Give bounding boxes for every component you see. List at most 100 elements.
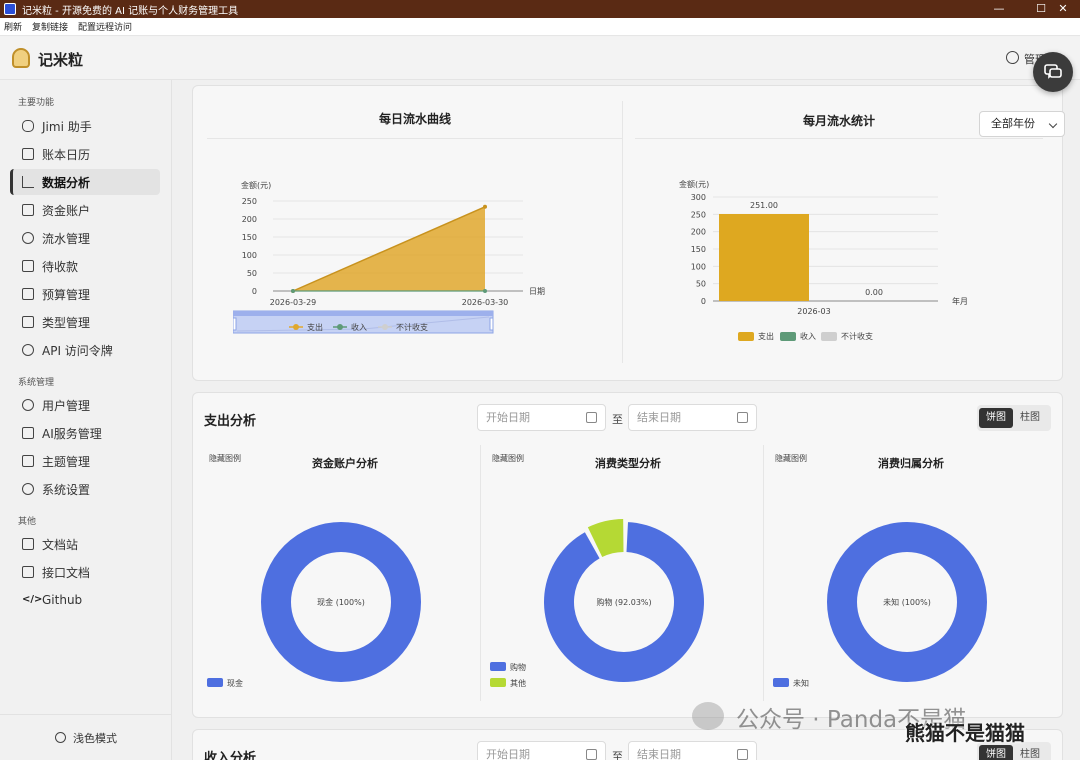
sidebar-item-users[interactable]: 用户管理: [10, 392, 160, 418]
legend-marker-dot: [337, 324, 343, 330]
income-start-date-input[interactable]: 开始日期: [477, 741, 606, 760]
user-icon[interactable]: [1006, 51, 1019, 64]
watermark-overlay-text: 熊猫不是猫猫: [905, 721, 1025, 745]
y-tick-label: 250: [691, 210, 706, 219]
sidebar-group-main: 主要功能: [18, 98, 55, 108]
book-icon: [22, 538, 34, 550]
legend-marker: [773, 678, 789, 687]
y-tick-label: 0: [252, 287, 257, 296]
legend-label: 支出: [758, 331, 774, 341]
divider: [207, 138, 623, 139]
sidebar-item-label: 接口文档: [42, 565, 91, 580]
y-tick-label: 150: [691, 245, 706, 254]
sidebar-item-github[interactable]: </> Github: [10, 587, 160, 613]
sidebar-item-api-docs[interactable]: 接口文档: [10, 559, 160, 585]
key-icon: [22, 344, 34, 356]
dollar-icon: [22, 232, 34, 244]
hide-legend-toggle[interactable]: 隐藏图例: [492, 453, 524, 464]
y-tick-label: 50: [696, 280, 706, 289]
gear-icon: [22, 483, 34, 495]
divider: [763, 445, 764, 701]
legend-marker-dot: [293, 324, 299, 330]
owner-pie-chart: 未知 (100%) 未知: [773, 522, 987, 688]
chat-assistant-button[interactable]: [1033, 52, 1073, 92]
sidebar-item-label: Jimi 助手: [42, 119, 92, 134]
minimize-button[interactable]: —: [982, 0, 1016, 18]
sun-icon: [55, 732, 66, 743]
sidebar-item-settings[interactable]: 系统设置: [10, 476, 160, 502]
app-header: 记米粒 管理员: [0, 37, 1080, 80]
y-tick-label: 200: [242, 215, 257, 224]
sidebar-item-docs[interactable]: 文档站: [10, 531, 160, 557]
end-date-placeholder: 结束日期: [637, 748, 681, 760]
legend-label: 收入: [351, 322, 367, 332]
sidebar-item-themes[interactable]: 主题管理: [10, 448, 160, 474]
sidebar-item-accounts[interactable]: 资金账户: [10, 197, 160, 223]
sidebar-item-label: 文档站: [42, 537, 79, 552]
expense-analysis-card: 支出分析 开始日期 至 结束日期 饼图 柱图 隐藏图例 资金账户分析 现金 (1…: [192, 392, 1063, 718]
calendar-icon: [22, 148, 34, 160]
pie-title-category: 消费类型分析: [595, 457, 661, 470]
donut-center-label: 未知 (100%): [883, 597, 931, 607]
hide-legend-toggle[interactable]: 隐藏图例: [209, 453, 241, 464]
y-tick-label: 300: [691, 193, 706, 202]
x-tick-label: 2026-03: [797, 307, 830, 316]
sidebar-group-system: 系统管理: [18, 378, 55, 388]
y-tick-label: 150: [242, 233, 257, 242]
toggle-pie[interactable]: 饼图: [979, 408, 1013, 428]
grid-icon: [22, 316, 34, 328]
sidebar-item-ai-services[interactable]: AI服务管理: [10, 420, 160, 446]
legend-marker-dot: [382, 324, 388, 330]
start-date-input[interactable]: 开始日期: [477, 404, 606, 431]
toggle-bar[interactable]: 柱图: [1013, 745, 1047, 760]
menu-copy-link[interactable]: 复制链接: [32, 20, 68, 33]
window-title: 记米粒 - 开源免费的 AI 记账与个人财务管理工具: [22, 5, 239, 17]
sidebar-item-calendar[interactable]: 账本日历: [10, 141, 160, 167]
zoom-handle-right: [489, 317, 494, 331]
legend-marker: [490, 662, 506, 671]
receipt-icon: [22, 260, 34, 272]
menu-refresh[interactable]: 刷新: [4, 20, 22, 33]
sidebar-item-budget[interactable]: 预算管理: [10, 281, 160, 307]
date-range-to: 至: [612, 413, 623, 426]
sidebar-item-categories[interactable]: 类型管理: [10, 309, 160, 335]
sidebar-item-label: 数据分析: [42, 175, 91, 190]
end-date-placeholder: 结束日期: [637, 411, 681, 424]
chat-icon: [22, 120, 34, 132]
start-date-placeholder: 开始日期: [486, 748, 530, 760]
toggle-bar[interactable]: 柱图: [1013, 408, 1047, 428]
app-icon: [4, 3, 16, 15]
year-select[interactable]: 全部年份: [979, 111, 1065, 137]
theme-toggle[interactable]: 浅色模式: [0, 714, 172, 760]
zoom-slider-bar: [233, 311, 493, 316]
calendar-icon: [737, 412, 748, 423]
sidebar-item-label: Github: [42, 593, 83, 607]
sidebar-item-label: 资金账户: [42, 203, 91, 218]
wechat-logo-icon: [692, 702, 724, 730]
sidebar-item-receivables[interactable]: 待收款: [10, 253, 160, 279]
close-button[interactable]: ✕: [1046, 0, 1080, 18]
sidebar-item-transactions[interactable]: 流水管理: [10, 225, 160, 251]
toggle-pie[interactable]: 饼图: [979, 745, 1013, 760]
sidebar: 主要功能 Jimi 助手 账本日历 数据分析 资金账户 流水管理 待收款 预算管…: [0, 80, 172, 760]
pie-title-owner: 消费归属分析: [878, 457, 944, 470]
zoom-handle-left: [233, 317, 237, 331]
x-axis-label: 日期: [529, 287, 545, 296]
date-range-to: 至: [612, 750, 623, 760]
income-end-date-input[interactable]: 结束日期: [628, 741, 757, 760]
legend-label: 不计收支: [841, 331, 873, 341]
sidebar-item-jimi[interactable]: Jimi 助手: [10, 113, 160, 139]
wallet-icon: [22, 204, 34, 216]
sidebar-item-api-tokens[interactable]: API 访问令牌: [10, 337, 160, 363]
end-date-input[interactable]: 结束日期: [628, 404, 757, 431]
hide-legend-toggle[interactable]: 隐藏图例: [775, 453, 807, 464]
bar-expense: [719, 213, 809, 301]
menubar: 刷新 复制链接 配置远程访问: [0, 18, 1080, 36]
menu-remote-access[interactable]: 配置远程访问: [78, 20, 132, 33]
legend-marker: [780, 332, 796, 341]
data-label: 0.00: [865, 288, 883, 297]
sidebar-item-analytics[interactable]: 数据分析: [10, 169, 160, 195]
sidebar-item-label: API 访问令牌: [42, 343, 113, 358]
monthly-flow-chart: 金额(元) 0 50 100 150 200 250 300 251.00 0.00 2026-03…: [679, 179, 968, 341]
x-tick-label: 2026-03-30: [462, 298, 509, 307]
